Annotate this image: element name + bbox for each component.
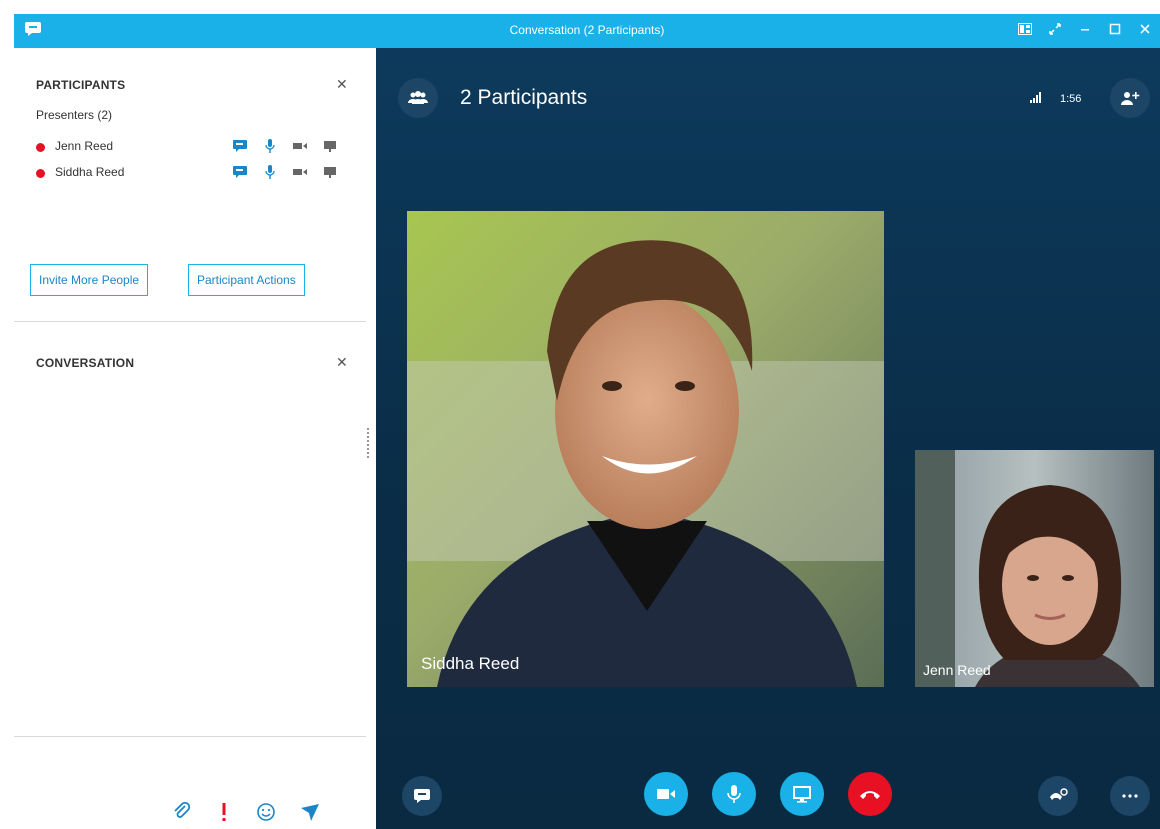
presence-dot <box>36 169 45 178</box>
minimize-icon[interactable] <box>1070 14 1100 48</box>
im-icon <box>233 166 247 178</box>
maximize-icon[interactable] <box>1100 14 1130 48</box>
video-button[interactable] <box>644 772 688 816</box>
microphone-icon <box>727 785 741 803</box>
monitor-icon <box>793 786 811 803</box>
participant-name: Siddha Reed <box>55 165 125 179</box>
participant-row[interactable]: Jenn Reed <box>36 138 356 158</box>
attachment-icon[interactable] <box>170 800 194 824</box>
add-participant-button[interactable] <box>1110 78 1150 118</box>
participant-video-image <box>407 211 884 687</box>
resize-handle[interactable] <box>367 428 372 458</box>
participants-list-button[interactable] <box>398 78 438 118</box>
share-content-button[interactable] <box>780 772 824 816</box>
important-icon[interactable] <box>212 800 236 824</box>
send-icon[interactable] <box>298 800 322 824</box>
self-video-image <box>915 450 1154 687</box>
title-bar: Conversation (2 Participants) <box>14 14 1160 48</box>
call-controls-button[interactable] <box>1038 776 1078 816</box>
main-video[interactable]: Siddha Reed <box>407 211 884 687</box>
participant-name: Jenn Reed <box>55 139 114 153</box>
mute-button[interactable] <box>712 772 756 816</box>
invite-more-people-button[interactable]: Invite More People <box>30 264 149 296</box>
people-icon <box>408 91 428 104</box>
presenters-label: Presenters (2) <box>36 108 113 122</box>
video-icon <box>293 169 307 175</box>
layout-icon[interactable] <box>1010 14 1040 48</box>
participant-count: 2 Participants <box>460 86 588 109</box>
side-panel: PARTICIPANTS ✕ Presenters (2) Jenn Reed … <box>14 48 377 829</box>
microphone-icon <box>265 139 275 153</box>
emoticon-icon[interactable] <box>254 800 278 824</box>
call-timer: 1:56 <box>1060 93 1082 105</box>
presence-dot <box>36 143 45 152</box>
camera-icon <box>657 789 675 799</box>
window-title: Conversation (2 Participants) <box>509 23 665 37</box>
hang-up-icon <box>860 791 880 799</box>
video-icon <box>293 143 307 149</box>
phone-settings-icon <box>1050 788 1068 800</box>
self-view-video[interactable]: Jenn Reed <box>915 450 1154 687</box>
presentation-icon <box>324 141 336 152</box>
presentation-icon <box>324 167 336 178</box>
participant-actions-button[interactable]: Participant Actions <box>188 264 305 296</box>
main-video-name: Siddha Reed <box>421 654 520 673</box>
hang-up-button[interactable] <box>848 772 892 816</box>
im-icon <box>233 140 247 152</box>
more-options-button[interactable] <box>1110 776 1150 816</box>
section-divider <box>14 321 366 322</box>
microphone-icon <box>265 165 275 179</box>
window-controls <box>1010 14 1160 48</box>
self-video-name: Jenn Reed <box>923 662 991 678</box>
im-toggle-button[interactable] <box>402 776 442 816</box>
participants-heading: PARTICIPANTS <box>36 78 126 92</box>
participant-row[interactable]: Siddha Reed <box>36 164 356 184</box>
close-window-icon[interactable] <box>1130 14 1160 48</box>
video-stage: 2 Participants 1:56 Siddha Reed Jenn Ree… <box>376 48 1160 829</box>
close-conversation-icon[interactable]: ✕ <box>336 354 348 371</box>
ellipsis-icon <box>1122 794 1138 798</box>
message-input[interactable] <box>14 738 366 793</box>
compose-divider <box>14 736 366 737</box>
chat-bubble-icon <box>414 789 430 803</box>
conversation-heading: CONVERSATION <box>36 356 135 370</box>
add-person-icon <box>1121 92 1140 105</box>
close-participants-icon[interactable]: ✕ <box>336 76 348 93</box>
fullscreen-icon[interactable] <box>1040 14 1070 48</box>
signal-strength-icon <box>1030 92 1041 103</box>
